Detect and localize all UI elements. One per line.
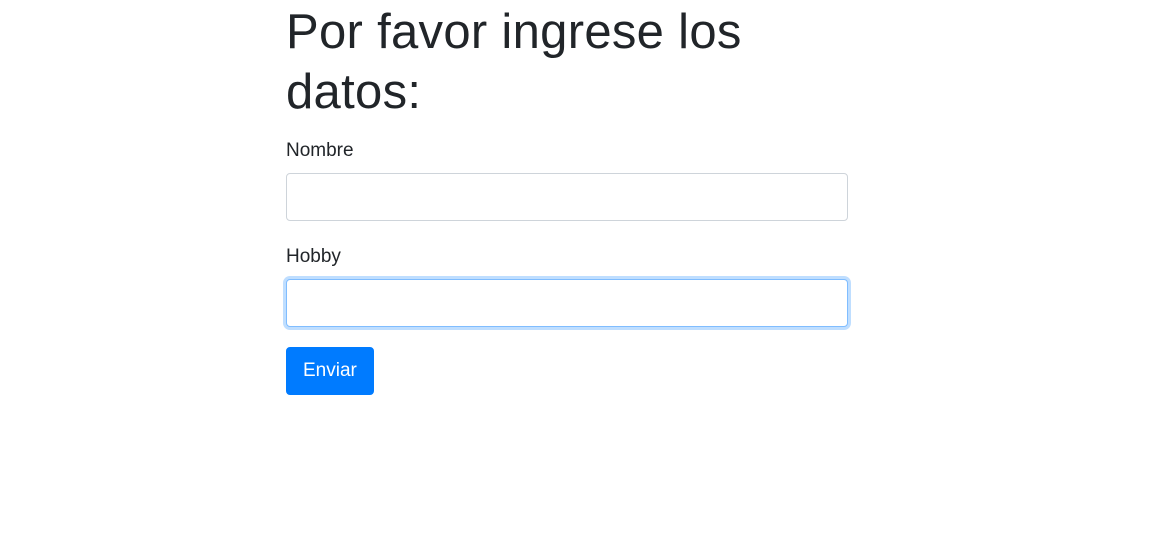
enviar-button[interactable]: Enviar (286, 347, 374, 395)
hobby-label: Hobby (286, 246, 341, 267)
nombre-label: Nombre (286, 140, 354, 161)
hobby-input[interactable] (286, 279, 848, 327)
page-title: Por favor ingrese los datos: (286, 5, 742, 119)
hobby-form-group: Hobby (286, 245, 848, 327)
nombre-input[interactable] (286, 173, 848, 221)
form-container: Por favor ingrese los datos: Nombre Hobb… (286, 0, 848, 395)
nombre-form-group: Nombre (286, 139, 848, 221)
